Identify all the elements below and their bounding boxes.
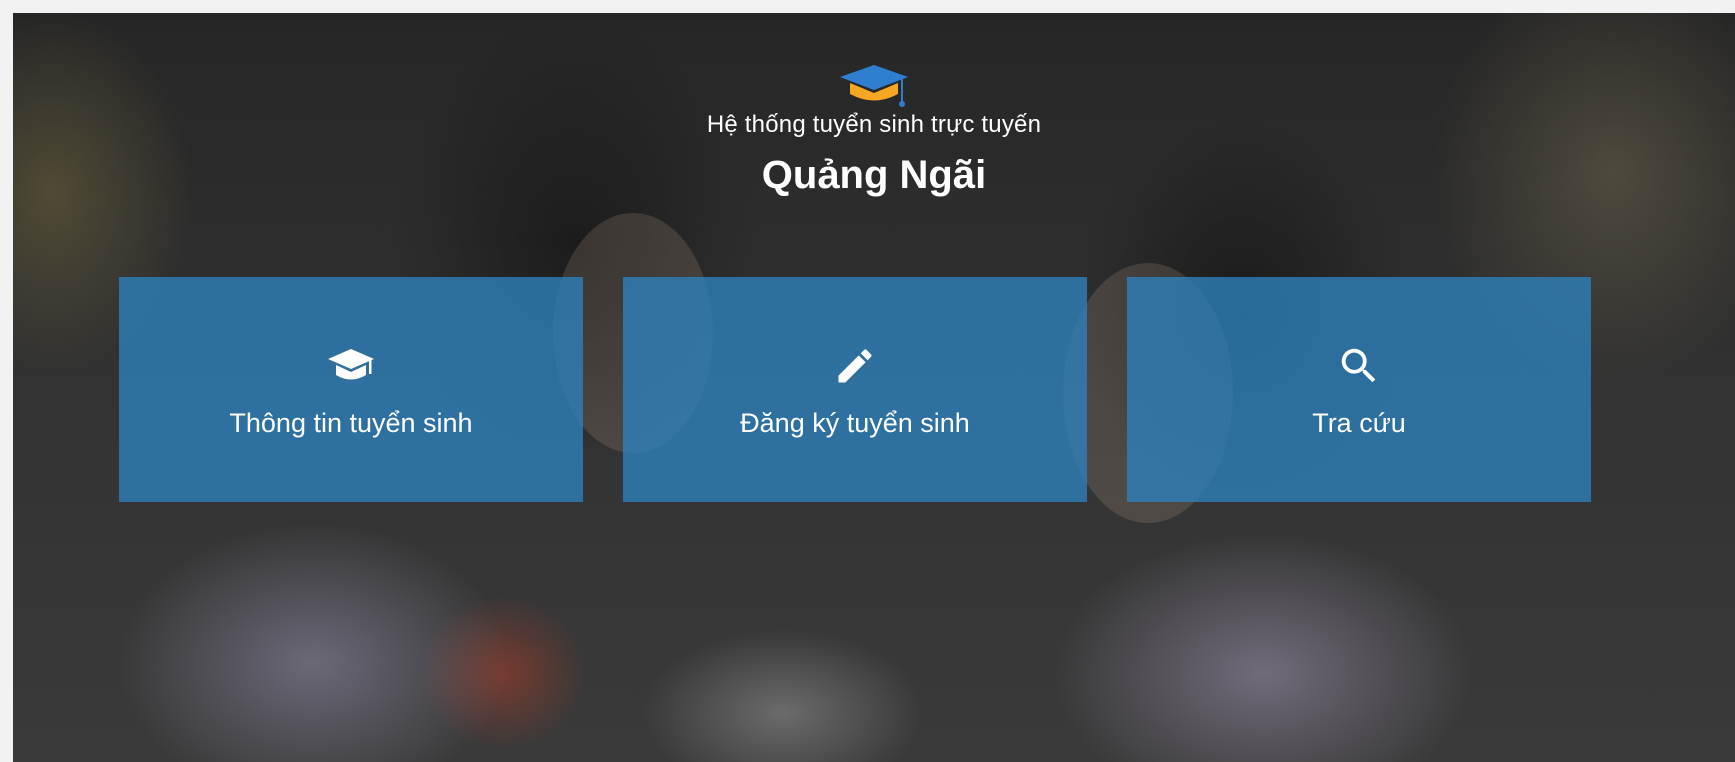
- tile-label: Đăng ký tuyển sinh: [740, 408, 970, 438]
- tile-admission-info[interactable]: Thông tin tuyển sinh: [119, 277, 583, 502]
- tile-admission-register[interactable]: Đăng ký tuyển sinh: [623, 277, 1087, 502]
- tile-lookup[interactable]: Tra cứu: [1127, 277, 1591, 502]
- tile-label: Tra cứu: [1312, 408, 1406, 438]
- graduation-cap-icon: [325, 340, 377, 392]
- search-icon: [1333, 340, 1385, 392]
- pencil-icon: [829, 340, 881, 392]
- menu-tiles: Thông tin tuyển sinh Đăng ký tuyển sinh …: [119, 277, 1591, 502]
- page-header: Hệ thống tuyển sinh trực tuyến Quảng Ngã…: [13, 63, 1735, 198]
- tile-label: Thông tin tuyển sinh: [229, 408, 473, 438]
- page-title: Quảng Ngãi: [761, 153, 987, 197]
- site-subtitle: Hệ thống tuyển sinh trực tuyến: [706, 111, 1042, 138]
- graduation-cap-icon: [840, 65, 908, 107]
- hero-section: Hệ thống tuyển sinh trực tuyến Quảng Ngã…: [13, 13, 1735, 762]
